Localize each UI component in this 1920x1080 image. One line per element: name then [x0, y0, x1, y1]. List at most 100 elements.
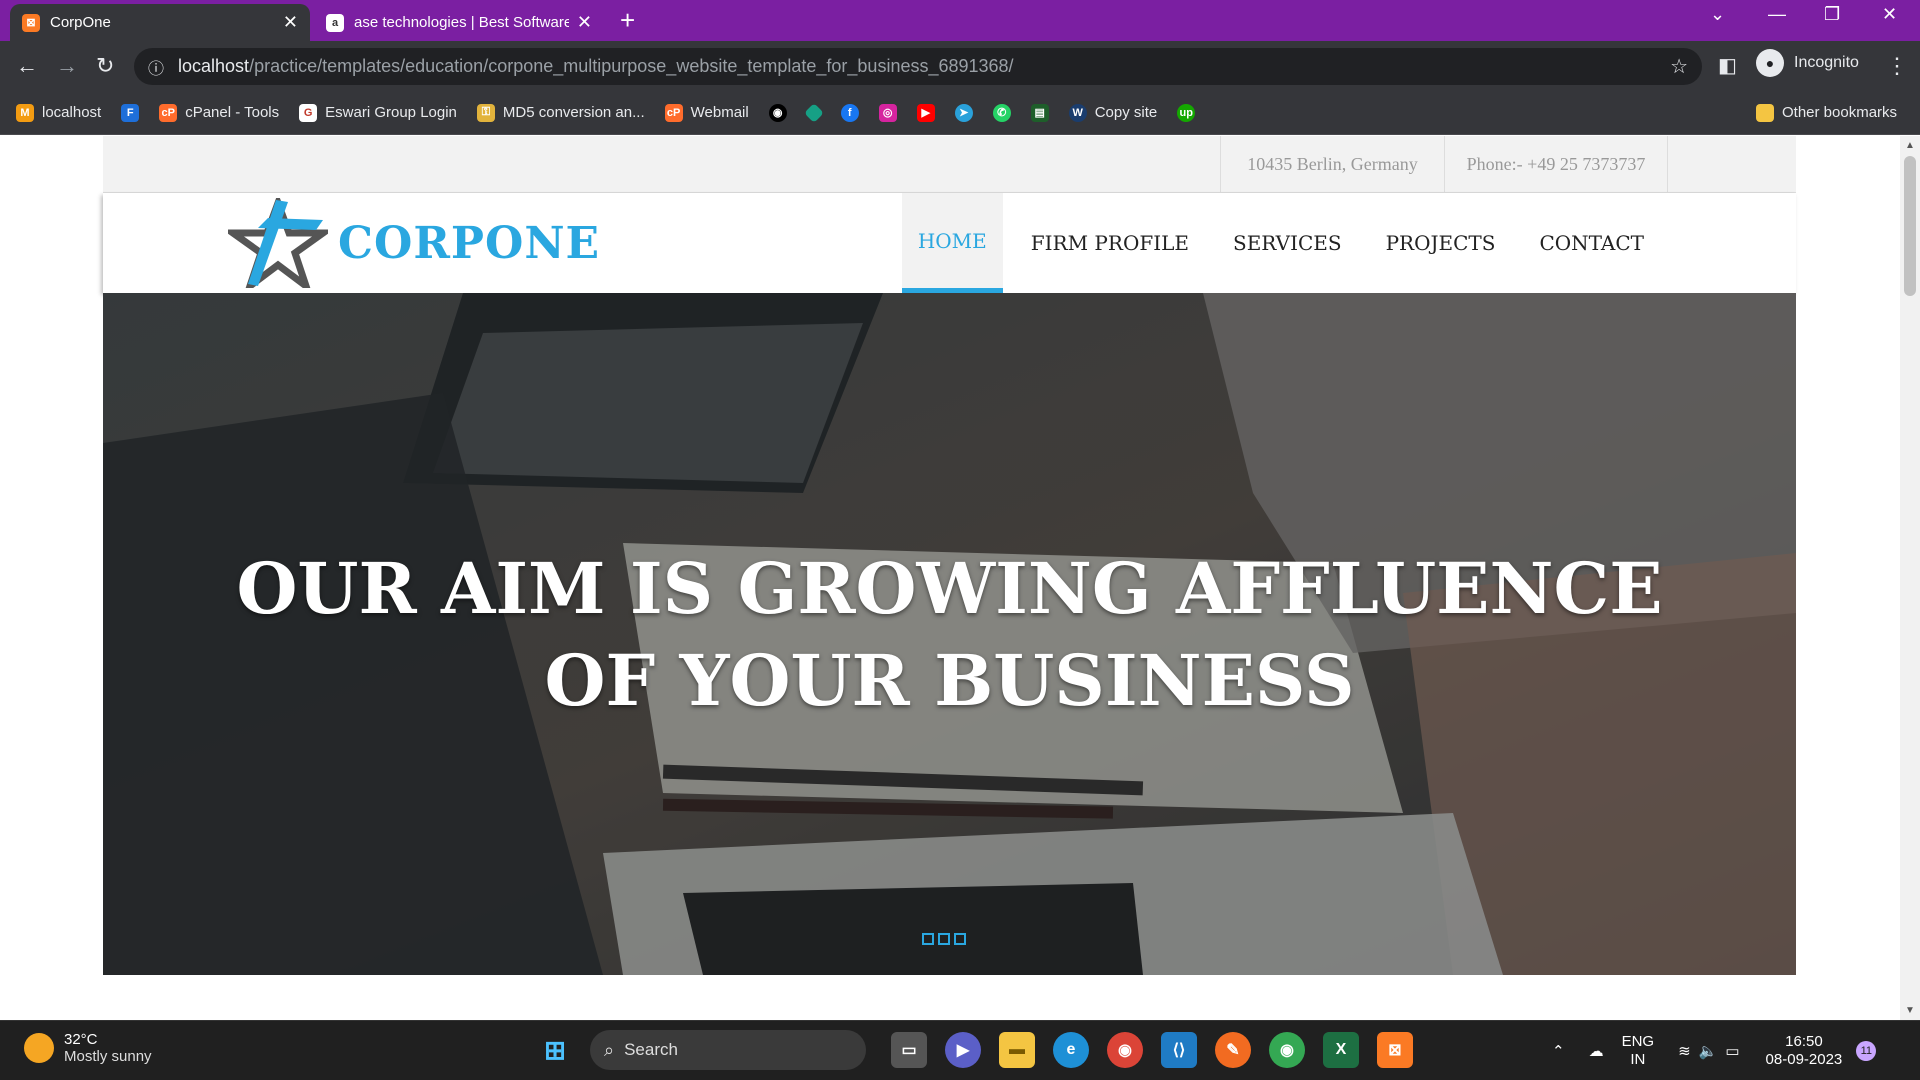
url-path: /practice/templates/education/corpone_mu…	[249, 56, 1014, 76]
bookmark-f[interactable]: F	[121, 103, 140, 122]
other-bookmarks[interactable]: Other bookmarks	[1756, 103, 1898, 122]
scroll-up-icon[interactable]: ▲	[1905, 140, 1915, 151]
side-panel-icon[interactable]: ◧	[1718, 53, 1737, 78]
bookmark-webmail[interactable]: cP Webmail	[664, 103, 749, 122]
language-indicator[interactable]: ENG IN	[1622, 1033, 1655, 1069]
bookmark-label: cPanel - Tools	[185, 104, 280, 121]
nav-firm-profile[interactable]: FIRM PROFILE	[1015, 193, 1205, 293]
key-icon: ⚿	[476, 103, 495, 122]
clock[interactable]: 16:50 08-09-2023	[1766, 1033, 1843, 1069]
telegram-icon: ➤	[954, 103, 973, 122]
nav-projects[interactable]: PROJECTS	[1370, 193, 1512, 293]
menu-icon[interactable]: ⋮	[1886, 53, 1908, 79]
search-label: Search	[624, 1040, 678, 1059]
whatsapp-icon: ✆	[992, 103, 1011, 122]
postman-icon[interactable]: ✎	[1215, 1032, 1251, 1068]
restore-icon[interactable]: ❐	[1824, 4, 1840, 25]
bookmark-telegram[interactable]: ➤	[954, 103, 973, 122]
slide-dot-2[interactable]	[938, 933, 950, 945]
search-icon: ⌕	[604, 1039, 615, 1060]
incognito-profile[interactable]: ● Incognito	[1756, 49, 1859, 77]
bookmark-instagram[interactable]: ◎	[878, 103, 897, 122]
nav-contact[interactable]: CONTACT	[1523, 193, 1660, 293]
scroll-thumb[interactable]	[1904, 156, 1916, 296]
task-view-icon[interactable]: ▭	[891, 1032, 927, 1068]
github-icon: ◉	[768, 103, 787, 122]
weather-widget[interactable]: 32°C Mostly sunny	[24, 1031, 152, 1065]
windows-start-icon[interactable]: ⊞	[537, 1032, 573, 1068]
address-bar[interactable]: ⓘ localhost/practice/templates/education…	[134, 48, 1702, 85]
site-info-icon[interactable]: ⓘ	[148, 55, 164, 79]
taskbar-search[interactable]: ⌕ Search	[590, 1030, 866, 1070]
bookmark-eswari[interactable]: G Eswari Group Login	[299, 103, 457, 122]
bookmark-label: localhost	[42, 104, 102, 121]
wifi-icon[interactable]: ≋	[1678, 1042, 1691, 1060]
close-tab-icon[interactable]: ✕	[577, 12, 592, 33]
chevron-up-icon[interactable]: ⌃	[1552, 1042, 1565, 1060]
nav-services[interactable]: SERVICES	[1217, 193, 1358, 293]
bookmark-upwork[interactable]: up	[1177, 103, 1196, 122]
hero-caption: OUR AIM IS GROWING AFFLUENCE OF YOUR BUS…	[103, 543, 1796, 727]
taskbar-apps: ⊞ ⌕ Search ▭ ▶ ▬ e ◉ ⟨⟩ ✎ ◉ X ⊠	[528, 1030, 1422, 1070]
bookmark-copy-site[interactable]: W Copy site	[1068, 103, 1157, 122]
tab-ase-technologies[interactable]: a ase technologies | Best Software ✕	[314, 4, 604, 41]
close-window-icon[interactable]: ✕	[1882, 4, 1897, 25]
temperature: 32°C	[64, 1031, 98, 1048]
hero-line-2: OF YOUR BUSINESS	[544, 639, 1355, 722]
forward-icon[interactable]: →	[56, 53, 78, 79]
vscode-icon[interactable]: ⟨⟩	[1161, 1032, 1197, 1068]
upwork-icon: up	[1177, 103, 1196, 122]
minimize-icon[interactable]: —	[1768, 4, 1786, 25]
green-icon: ▤	[1030, 103, 1049, 122]
tab-search-icon[interactable]: ⌄	[1710, 4, 1725, 25]
bookmark-localhost[interactable]: Mlocalhost	[16, 103, 102, 122]
time: 16:50	[1785, 1033, 1823, 1050]
hero-slider: OUR AIM IS GROWING AFFLUENCE OF YOUR BUS…	[103, 293, 1796, 975]
bookmark-youtube[interactable]: ▶	[916, 103, 935, 122]
bookmark-diamond[interactable]	[803, 102, 824, 123]
chrome-icon[interactable]: ◉	[1107, 1032, 1143, 1068]
xampp-icon[interactable]: ⊠	[1377, 1032, 1413, 1068]
ase-icon: a	[326, 13, 344, 32]
slide-dot-3[interactable]	[954, 933, 966, 945]
bookmark-label: Eswari Group Login	[325, 104, 457, 121]
nav-home[interactable]: HOME	[901, 193, 1003, 293]
bookmark-star-icon[interactable]: ☆	[1670, 54, 1688, 79]
youtube-icon: ▶	[916, 103, 935, 122]
battery-icon[interactable]: ▭	[1725, 1042, 1739, 1060]
bookmark-green[interactable]: ▤	[1030, 103, 1049, 122]
logo[interactable]: CORPONE	[228, 198, 600, 288]
teams-chat-icon[interactable]: ▶	[945, 1032, 981, 1068]
date: 08-09-2023	[1765, 1051, 1843, 1068]
tab-title: ase technologies | Best Software	[354, 14, 569, 31]
slide-dot-1[interactable]	[922, 933, 934, 945]
bookmark-md5[interactable]: ⚿ MD5 conversion an...	[476, 103, 645, 122]
tab-corpone[interactable]: ⊠ CorpOne ✕	[10, 4, 310, 41]
scroll-down-icon[interactable]: ▼	[1905, 1005, 1915, 1016]
slider-dots	[922, 933, 966, 945]
chrome-incognito-icon[interactable]: ◉	[1269, 1032, 1305, 1068]
cpanel-icon: cP	[664, 103, 683, 122]
close-tab-icon[interactable]: ✕	[283, 12, 298, 33]
page-scrollbar[interactable]: ▲ ▼	[1900, 136, 1920, 1020]
edge-icon[interactable]: e	[1053, 1032, 1089, 1068]
excel-icon[interactable]: X	[1323, 1032, 1359, 1068]
main-nav: HOME FIRM PROFILE SERVICES PROJECTS CONT…	[890, 193, 1660, 293]
folder-icon	[1756, 103, 1774, 122]
windows-taskbar: 32°C Mostly sunny ⊞ ⌕ Search ▭ ▶ ▬ e ◉ ⟨⟩…	[0, 1020, 1920, 1080]
file-explorer-icon[interactable]: ▬	[999, 1032, 1035, 1068]
cpanel-icon: cP	[159, 103, 178, 122]
bookmark-whatsapp[interactable]: ✆	[992, 103, 1011, 122]
volume-icon[interactable]: 🔈	[1699, 1042, 1718, 1060]
weather-text: Mostly sunny	[64, 1048, 152, 1065]
notification-badge[interactable]: 11	[1856, 1041, 1877, 1061]
back-icon[interactable]: ←	[16, 53, 38, 79]
bookmark-label: Other bookmarks	[1782, 104, 1898, 121]
bookmark-label: Webmail	[690, 104, 749, 121]
new-tab-icon[interactable]: +	[620, 5, 635, 36]
onedrive-icon[interactable]: ☁	[1589, 1042, 1604, 1060]
bookmark-facebook[interactable]: f	[840, 103, 859, 122]
bookmark-github[interactable]: ◉	[768, 103, 787, 122]
reload-icon[interactable]: ↻	[96, 53, 114, 79]
bookmark-cpanel[interactable]: cP cPanel - Tools	[159, 103, 280, 122]
